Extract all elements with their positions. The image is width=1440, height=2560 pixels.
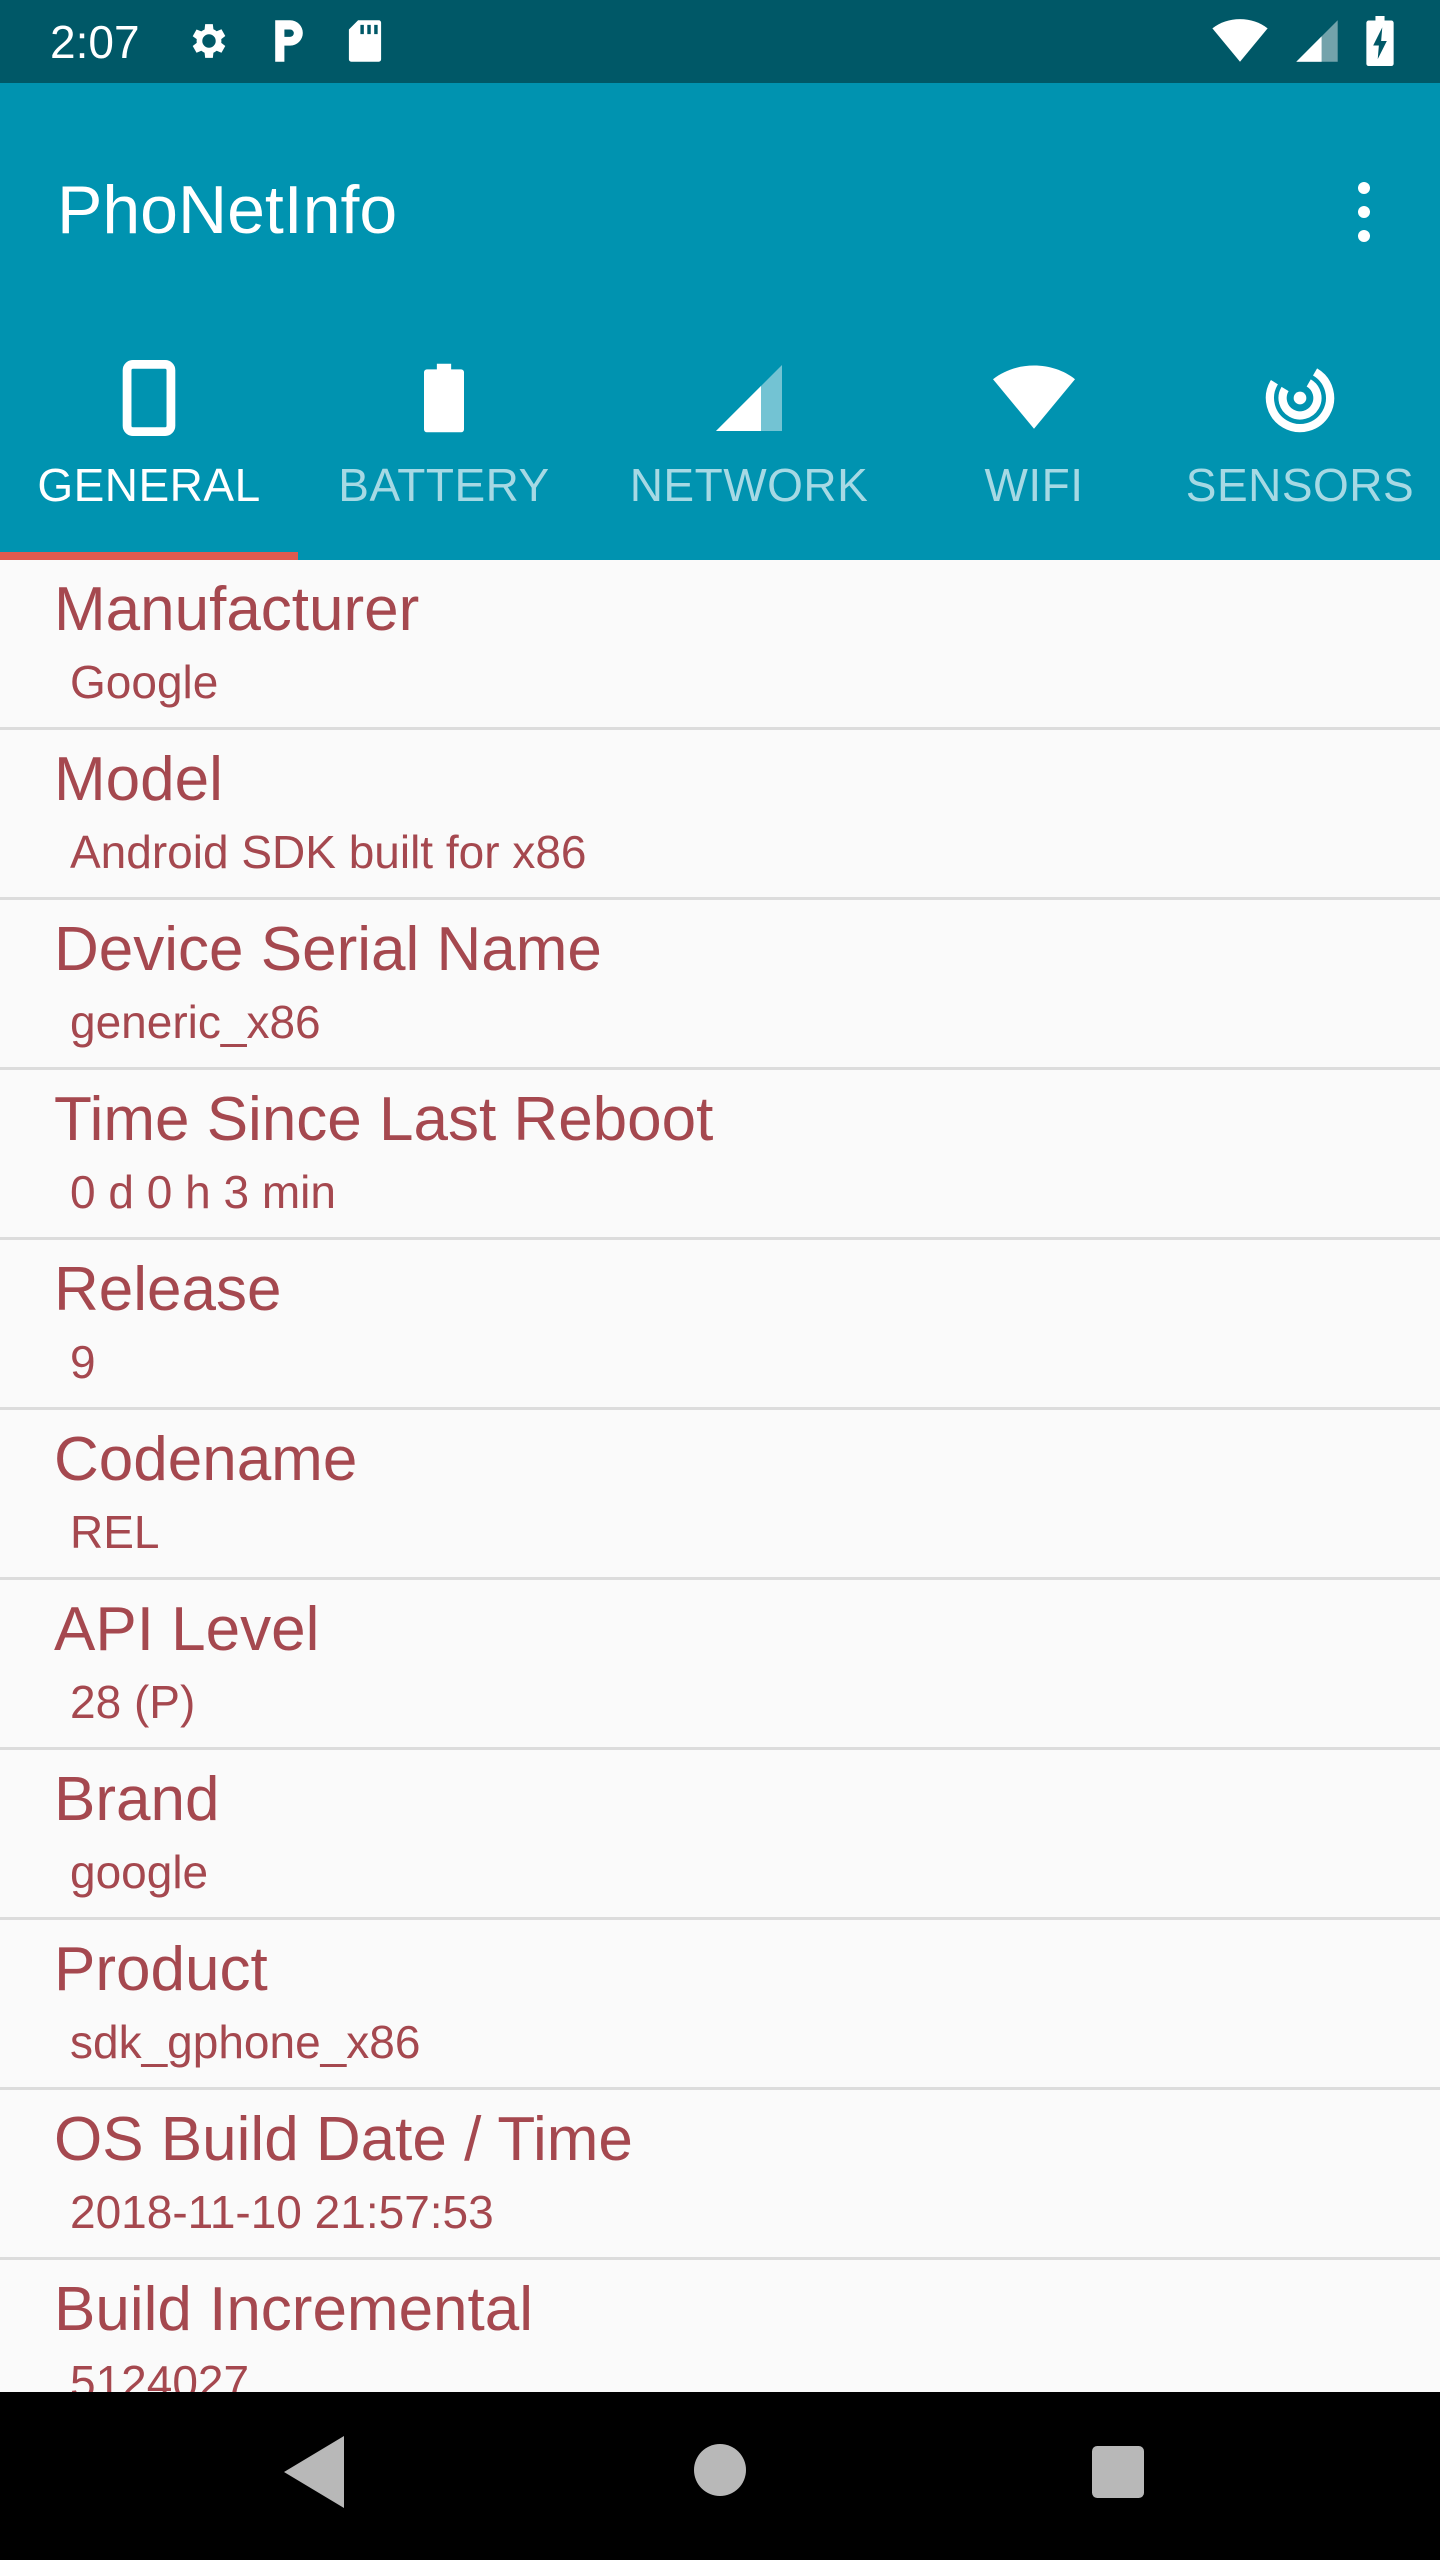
overflow-menu-icon[interactable] [1336,172,1392,252]
list-item: Codename REL [0,1410,1440,1580]
item-label: Manufacturer [54,575,420,644]
item-label: Product [54,1935,268,2004]
item-value: REL [70,1506,160,1558]
back-icon[interactable] [284,2436,348,2512]
item-value: generic_x86 [70,996,321,1048]
list-item: API Level 28 (P) [0,1580,1440,1750]
navigation-bar [0,2392,1440,2560]
home-icon[interactable] [694,2444,746,2500]
item-label: Device Serial Name [54,915,602,984]
list-item: Product sdk_gphone_x86 [0,1920,1440,2090]
cell-signal-icon [713,348,785,448]
tab-wifi[interactable]: WIFI [908,330,1160,560]
item-label: Release [54,1255,282,1324]
battery-charging-icon [1366,16,1394,70]
device-info-list[interactable]: Manufacturer Google Model Android SDK bu… [0,560,1440,2392]
sd-card-icon [346,18,384,68]
tab-network[interactable]: NETWORK [590,330,908,560]
list-item: Manufacturer Google [0,560,1440,730]
tab-indicator [0,552,298,560]
list-item: Brand google [0,1750,1440,1920]
item-value: google [70,1846,209,1898]
sensor-icon [1262,348,1338,448]
item-label: API Level [54,1595,320,1664]
tab-label: NETWORK [629,459,869,511]
status-bar: 2:07 [0,0,1440,83]
settings-icon [186,18,232,68]
tab-label: GENERAL [37,459,261,511]
list-item: Time Since Last Reboot 0 d 0 h 3 min [0,1070,1440,1240]
recents-icon[interactable] [1092,2446,1144,2502]
item-label: OS Build Date / Time [54,2105,633,2174]
item-label: Codename [54,1425,358,1494]
item-value: 0 d 0 h 3 min [70,1166,336,1218]
wifi-icon [993,348,1075,448]
item-label: Time Since Last Reboot [54,1085,714,1154]
tab-label: SENSORS [1185,459,1415,511]
status-left-icons [186,18,384,68]
tab-label: BATTERY [338,459,550,511]
item-label: Build Incremental [54,2275,534,2344]
status-time: 2:07 [50,16,140,68]
tab-sensors[interactable]: SENSORS [1160,330,1440,560]
list-item: OS Build Date / Time 2018-11-10 21:57:53 [0,2090,1440,2260]
item-value: 9 [70,1336,96,1388]
battery-icon [424,348,464,448]
item-value: 2018-11-10 21:57:53 [70,2186,494,2238]
list-item: Release 9 [0,1240,1440,1410]
item-value: 5124027 [70,2356,250,2392]
app-title: PhoNetInfo [57,172,398,248]
status-right-icons [1212,16,1394,70]
phone-icon [122,348,176,448]
tab-label: WIFI [984,459,1084,511]
item-label: Brand [54,1765,220,1834]
item-value: 28 (P) [70,1676,196,1728]
parking-icon [270,18,308,68]
wifi-icon [1212,18,1268,68]
list-item: Device Serial Name generic_x86 [0,900,1440,1070]
list-item: Model Android SDK built for x86 [0,730,1440,900]
tab-battery[interactable]: BATTERY [298,330,590,560]
item-label: Model [54,745,223,814]
item-value: Android SDK built for x86 [70,826,587,878]
list-item: Build Incremental 5124027 [0,2260,1440,2392]
tab-bar: GENERAL BATTERY NETWORK WIFI SENSORS [0,330,1440,560]
item-value: sdk_gphone_x86 [70,2016,421,2068]
cell-signal-icon [1294,18,1340,68]
item-value: Google [70,656,219,708]
tab-general[interactable]: GENERAL [0,330,298,560]
